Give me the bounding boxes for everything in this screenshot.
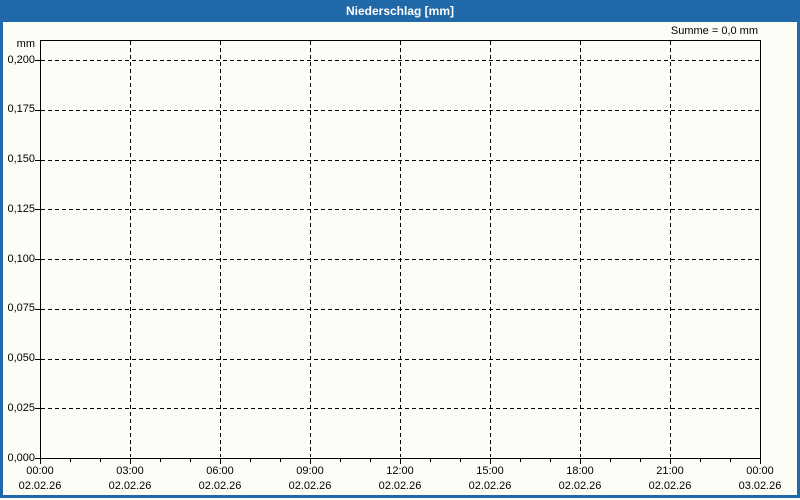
x-tick-date-label: 02.02.26 xyxy=(378,480,422,492)
y-tick-label: 0,150 xyxy=(7,153,35,165)
x-tick-date-label: 02.02.26 xyxy=(198,480,242,492)
x-tick-time-label: 09:00 xyxy=(296,465,324,477)
x-tick-time-label: 00:00 xyxy=(746,465,774,477)
y-tick-label: 0,175 xyxy=(7,103,35,116)
x-tick-time-label: 12:00 xyxy=(386,465,414,477)
chart-window: Niederschlag [mm] Summe = 0,0 mm mm 0,00… xyxy=(0,0,800,500)
x-tick-date-label: 02.02.26 xyxy=(288,480,332,492)
y-tick-label: 0,200 xyxy=(7,53,35,66)
x-tick-date-label: 03.02.26 xyxy=(738,480,782,492)
y-tick-label: 0,050 xyxy=(7,352,35,364)
x-tick-date-label: 02.02.26 xyxy=(558,480,602,492)
x-tick-time-label: 06:00 xyxy=(206,465,234,477)
y-tick-label: 0,075 xyxy=(7,302,35,315)
x-tick-time-label: 18:00 xyxy=(566,465,594,477)
y-tick-label: 0,000 xyxy=(7,451,35,464)
y-tick-label: 0,100 xyxy=(7,252,35,265)
x-tick-date-label: 02.02.26 xyxy=(468,480,512,492)
x-tick-date-label: 02.02.26 xyxy=(108,480,152,492)
y-tick-label: 0,125 xyxy=(7,202,35,215)
x-tick-time-label: 15:00 xyxy=(476,465,504,477)
x-tick-date-label: 02.02.26 xyxy=(18,480,62,492)
y-tick-label: 0,025 xyxy=(7,401,35,414)
x-tick-time-label: 21:00 xyxy=(656,465,684,477)
x-tick-time-label: 03:00 xyxy=(116,465,144,477)
x-tick-date-label: 02.02.26 xyxy=(648,480,692,492)
x-tick-time-label: 00:00 xyxy=(26,465,54,477)
plot-grid xyxy=(35,40,761,464)
